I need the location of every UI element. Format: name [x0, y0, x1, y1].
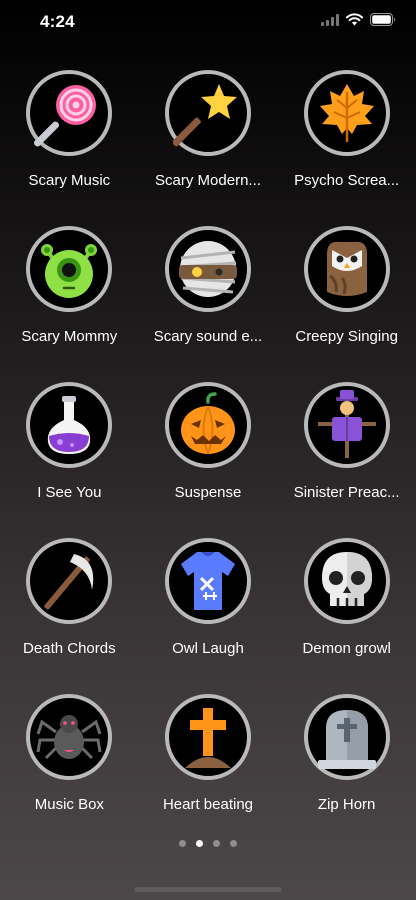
alien-monster-icon — [41, 244, 98, 298]
sound-item[interactable]: Heart beating — [139, 692, 278, 848]
sound-label: Demon growl — [302, 640, 391, 657]
sound-item[interactable]: Zip Horn — [277, 692, 416, 848]
status-icons — [321, 13, 396, 26]
status-time: 4:24 — [40, 12, 75, 31]
sound-item[interactable]: Scary Mommy — [0, 224, 139, 380]
spider-icon — [36, 715, 102, 760]
sound-label: Music Box — [34, 796, 104, 813]
skull-icon — [321, 552, 372, 606]
sound-item[interactable]: I See You — [0, 380, 139, 536]
sound-button[interactable] — [164, 70, 251, 156]
sound-button[interactable] — [303, 70, 390, 156]
potion-flask-icon — [48, 396, 91, 454]
scarecrow-icon — [317, 390, 376, 458]
sound-label: Sinister Preac... — [293, 484, 400, 501]
home-indicator[interactable] — [134, 887, 282, 892]
sound-button[interactable] — [164, 382, 251, 468]
sound-item[interactable]: Scary Modern... — [139, 68, 278, 224]
lollipop-icon — [34, 85, 97, 147]
sound-item[interactable]: Death Chords — [0, 536, 139, 692]
sound-label: Suspense — [174, 484, 242, 501]
page-dot-current[interactable] — [196, 840, 203, 847]
sound-button[interactable] — [303, 226, 390, 312]
status-bar: 4:24 — [0, 0, 416, 44]
page-dot[interactable] — [230, 840, 237, 847]
sound-button[interactable] — [26, 70, 113, 156]
battery-icon — [370, 13, 395, 26]
cellular-signal-icon — [321, 13, 339, 26]
sound-button[interactable] — [303, 538, 390, 624]
sound-item[interactable]: Scary Music — [0, 68, 139, 224]
autumn-leaf-icon — [319, 84, 374, 142]
sound-button[interactable] — [164, 226, 251, 312]
sound-label: I See You — [37, 484, 102, 501]
sound-item[interactable]: Creepy Singing — [277, 224, 416, 380]
owl-icon — [326, 241, 367, 296]
sound-label: Scary Modern... — [155, 172, 261, 189]
tombstone-icon — [317, 710, 376, 769]
sound-button[interactable] — [303, 694, 390, 780]
magic-wand-icon — [172, 84, 237, 147]
sound-button[interactable] — [164, 694, 251, 780]
scythe-icon — [44, 554, 94, 610]
sound-button[interactable] — [26, 538, 113, 624]
sound-label: Owl Laugh — [172, 640, 244, 657]
mummy-icon — [178, 241, 237, 297]
sound-item[interactable]: Demon growl — [277, 536, 416, 692]
zombie-shirt-icon — [180, 552, 235, 610]
jack-o-lantern-icon — [180, 392, 235, 455]
sound-item[interactable]: Psycho Screa... — [277, 68, 416, 224]
sound-button[interactable] — [26, 382, 113, 468]
sound-button[interactable] — [26, 226, 113, 312]
sound-button[interactable] — [26, 694, 113, 780]
sound-label: Scary sound e... — [153, 328, 263, 345]
page-dot[interactable] — [213, 840, 220, 847]
sound-label: Creepy Singing — [295, 328, 398, 345]
sound-label: Scary Mommy — [21, 328, 118, 345]
sound-item[interactable]: Music Box — [0, 692, 139, 848]
sound-label: Zip Horn — [317, 796, 376, 813]
sound-item[interactable]: Sinister Preac... — [277, 380, 416, 536]
grave-cross-icon — [184, 708, 231, 768]
sound-label: Scary Music — [28, 172, 111, 189]
wifi-icon — [346, 13, 363, 26]
sound-grid: Scary Music Scary Modern... Psycho Screa… — [0, 68, 416, 848]
sound-item[interactable]: Owl Laugh — [139, 536, 278, 692]
sound-button[interactable] — [303, 382, 390, 468]
sound-label: Heart beating — [162, 796, 254, 813]
sound-item[interactable]: Scary sound e... — [139, 224, 278, 380]
page-dot[interactable] — [179, 840, 186, 847]
sound-button[interactable] — [164, 538, 251, 624]
page-indicator[interactable] — [0, 840, 416, 847]
sound-label: Psycho Screa... — [294, 172, 400, 189]
sound-label: Death Chords — [23, 640, 116, 657]
sound-item[interactable]: Suspense — [139, 380, 278, 536]
